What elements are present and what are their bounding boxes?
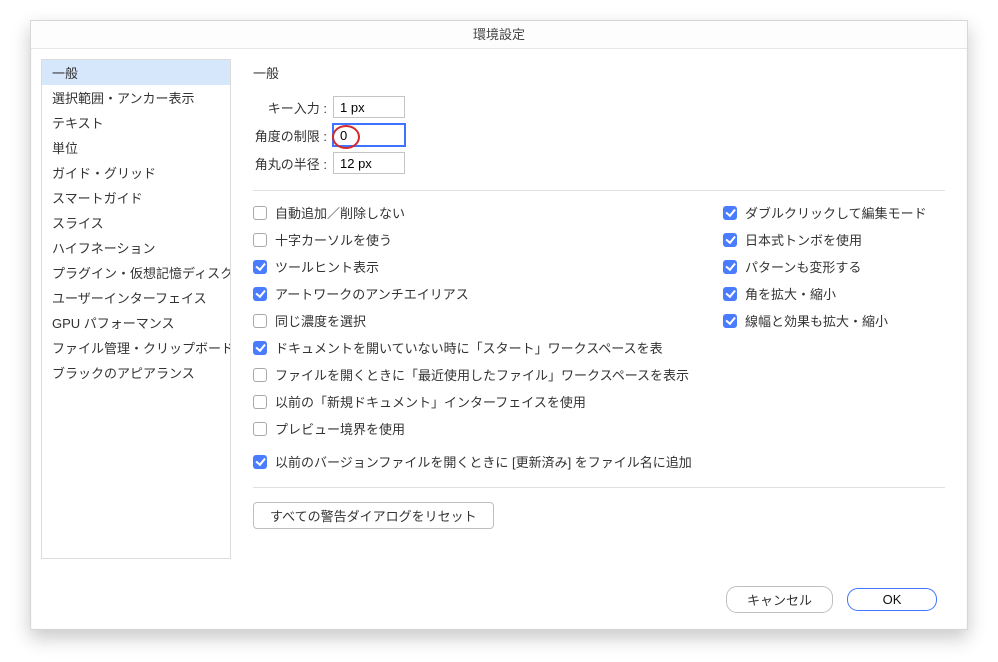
cancel-button[interactable]: キャンセル <box>726 586 833 613</box>
field-corner-radius-row: 角丸の半径 : <box>253 152 945 174</box>
sidebar-item[interactable]: プラグイン・仮想記憶ディスク <box>42 260 230 285</box>
separator <box>253 190 945 191</box>
checkbox-row[interactable]: ツールヒント表示 <box>253 257 699 276</box>
checkbox-row[interactable]: 角を拡大・縮小 <box>723 284 945 303</box>
main-panel: 一般 キー入力 : 角度の制限 : 角丸の半径 : 自動追加／削除 <box>231 49 967 569</box>
sidebar-item[interactable]: ブラックのアピアランス <box>42 360 230 385</box>
sidebar-item[interactable]: 一般 <box>42 60 230 85</box>
checkbox-label: プレビュー境界を使用 <box>275 419 405 438</box>
checkbox[interactable] <box>253 260 267 274</box>
checkbox-row[interactable]: プレビュー境界を使用 <box>253 419 699 438</box>
field-key-input-label: キー入力 : <box>253 98 333 117</box>
sidebar-item[interactable]: 単位 <box>42 135 230 160</box>
checkbox-label: パターンも変形する <box>745 257 861 276</box>
checkbox-row[interactable]: 自動追加／削除しない <box>253 203 699 222</box>
sidebar: 一般選択範囲・アンカー表示テキスト単位ガイド・グリッドスマートガイドスライスハイ… <box>31 49 231 569</box>
sidebar-item[interactable]: ハイフネーション <box>42 235 230 260</box>
sidebar-list: 一般選択範囲・アンカー表示テキスト単位ガイド・グリッドスマートガイドスライスハイ… <box>41 59 231 559</box>
checkbox[interactable] <box>253 395 267 409</box>
field-angle-limit-label: 角度の制限 : <box>253 126 333 145</box>
checkbox-columns: 自動追加／削除しない十字カーソルを使うツールヒント表示アートワークのアンチエイリ… <box>253 203 945 438</box>
checkbox-label: 同じ濃度を選択 <box>275 311 366 330</box>
checkbox-row[interactable]: 線幅と効果も拡大・縮小 <box>723 311 945 330</box>
checkbox-row[interactable]: 同じ濃度を選択 <box>253 311 699 330</box>
checkbox-row[interactable]: 十字カーソルを使う <box>253 230 699 249</box>
checkbox-label: 以前のバージョンファイルを開くときに [更新済み] をファイル名に追加 <box>275 452 692 471</box>
checkbox-label: ドキュメントを開いていない時に「スタート」ワークスペースを表 <box>275 338 663 357</box>
checkbox[interactable] <box>723 233 737 247</box>
checkbox-label: 線幅と効果も拡大・縮小 <box>745 311 888 330</box>
checkbox[interactable] <box>253 368 267 382</box>
field-key-input-row: キー入力 : <box>253 96 945 118</box>
checkbox-row[interactable]: 日本式トンボを使用 <box>723 230 945 249</box>
checkbox-col-left: 自動追加／削除しない十字カーソルを使うツールヒント表示アートワークのアンチエイリ… <box>253 203 699 438</box>
dialog-title: 環境設定 <box>31 21 967 49</box>
sidebar-item[interactable]: ファイル管理・クリップボード <box>42 335 230 360</box>
field-corner-radius-label: 角丸の半径 : <box>253 154 333 173</box>
checkbox-label: ファイルを開くときに「最近使用したファイル」ワークスペースを表示 <box>275 365 689 384</box>
reset-dialogs-button[interactable]: すべての警告ダイアログをリセット <box>253 502 494 529</box>
checkbox[interactable] <box>253 314 267 328</box>
sidebar-item[interactable]: GPU パフォーマンス <box>42 310 230 335</box>
sidebar-item[interactable]: ガイド・グリッド <box>42 160 230 185</box>
field-corner-radius[interactable] <box>333 152 405 174</box>
checkbox[interactable] <box>253 287 267 301</box>
checkbox-row[interactable]: ファイルを開くときに「最近使用したファイル」ワークスペースを表示 <box>253 365 699 384</box>
checkbox[interactable] <box>253 455 267 469</box>
checkbox-label: ツールヒント表示 <box>275 257 379 276</box>
checkbox-row[interactable]: 以前の「新規ドキュメント」インターフェイスを使用 <box>253 392 699 411</box>
checkbox-row[interactable]: アートワークのアンチエイリアス <box>253 284 699 303</box>
ok-button[interactable]: OK <box>847 588 937 611</box>
checkbox-col-right: ダブルクリックして編集モード日本式トンボを使用パターンも変形する角を拡大・縮小線… <box>723 203 945 438</box>
checkbox[interactable] <box>723 314 737 328</box>
separator <box>253 487 945 488</box>
checkbox-label: 角を拡大・縮小 <box>745 284 836 303</box>
checkbox-label: 自動追加／削除しない <box>275 203 405 222</box>
checkbox[interactable] <box>723 260 737 274</box>
checkbox-row[interactable]: ダブルクリックして編集モード <box>723 203 945 222</box>
dialog-footer: キャンセル OK <box>31 569 967 629</box>
sidebar-item[interactable]: テキスト <box>42 110 230 135</box>
checkbox[interactable] <box>253 422 267 436</box>
field-angle-limit-row: 角度の制限 : <box>253 124 945 146</box>
checkbox-row[interactable]: 以前のバージョンファイルを開くときに [更新済み] をファイル名に追加 <box>253 452 945 471</box>
checkbox-label: 十字カーソルを使う <box>275 230 392 249</box>
sidebar-item[interactable]: スライス <box>42 210 230 235</box>
checkbox-row[interactable]: ドキュメントを開いていない時に「スタート」ワークスペースを表 <box>253 338 699 357</box>
field-key-input[interactable] <box>333 96 405 118</box>
checkbox-label: アートワークのアンチエイリアス <box>275 284 469 303</box>
checkbox-label: 日本式トンボを使用 <box>745 230 862 249</box>
checkbox-label: ダブルクリックして編集モード <box>745 203 927 222</box>
checkbox[interactable] <box>723 287 737 301</box>
checkbox[interactable] <box>253 233 267 247</box>
field-angle-limit[interactable] <box>333 124 405 146</box>
preferences-dialog: 環境設定 一般選択範囲・アンカー表示テキスト単位ガイド・グリッドスマートガイドス… <box>30 20 968 630</box>
checkbox-label: 以前の「新規ドキュメント」インターフェイスを使用 <box>275 392 586 411</box>
sidebar-item[interactable]: スマートガイド <box>42 185 230 210</box>
checkbox[interactable] <box>723 206 737 220</box>
panel-heading: 一般 <box>253 63 945 82</box>
checkbox-row[interactable]: パターンも変形する <box>723 257 945 276</box>
checkbox[interactable] <box>253 206 267 220</box>
checkbox[interactable] <box>253 341 267 355</box>
sidebar-item[interactable]: ユーザーインターフェイス <box>42 285 230 310</box>
sidebar-item[interactable]: 選択範囲・アンカー表示 <box>42 85 230 110</box>
